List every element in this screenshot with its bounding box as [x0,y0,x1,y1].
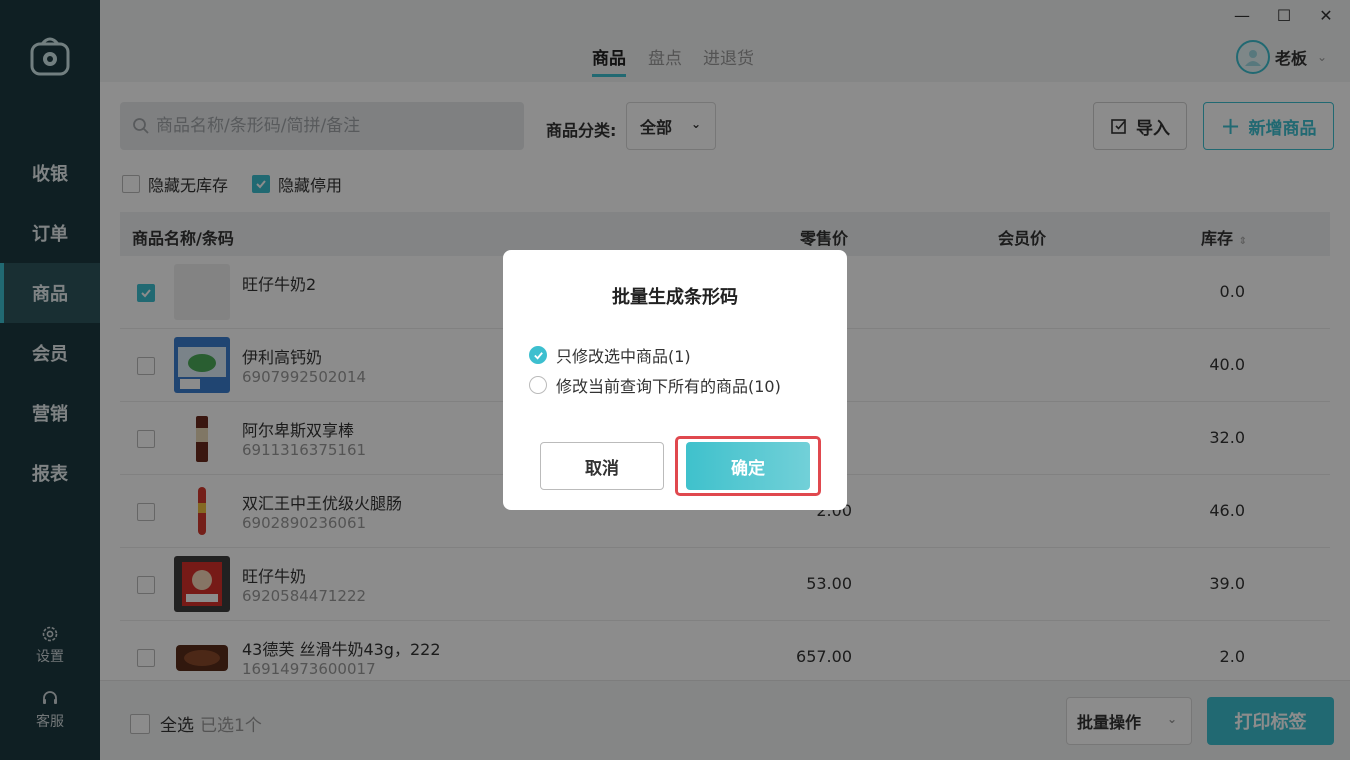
dialog-title: 批量生成条形码 [612,287,738,308]
cancel-button[interactable]: 取消 [540,442,664,490]
option-selected-only[interactable]: 只修改选中商品(1) [529,343,691,367]
confirm-button[interactable]: 确定 [686,442,810,490]
option-all-query-label: 修改当前查询下所有的商品(10) [556,377,781,396]
option-selected-only-label: 只修改选中商品(1) [556,347,691,366]
batch-barcode-dialog: 批量生成条形码 只修改选中商品(1) 修改当前查询下所有的商品(10) 取消 确… [503,250,847,510]
check-icon [533,351,543,360]
radio-selected-only[interactable] [529,346,547,364]
radio-all-query[interactable] [529,376,547,394]
option-all-query[interactable]: 修改当前查询下所有的商品(10) [529,373,781,397]
